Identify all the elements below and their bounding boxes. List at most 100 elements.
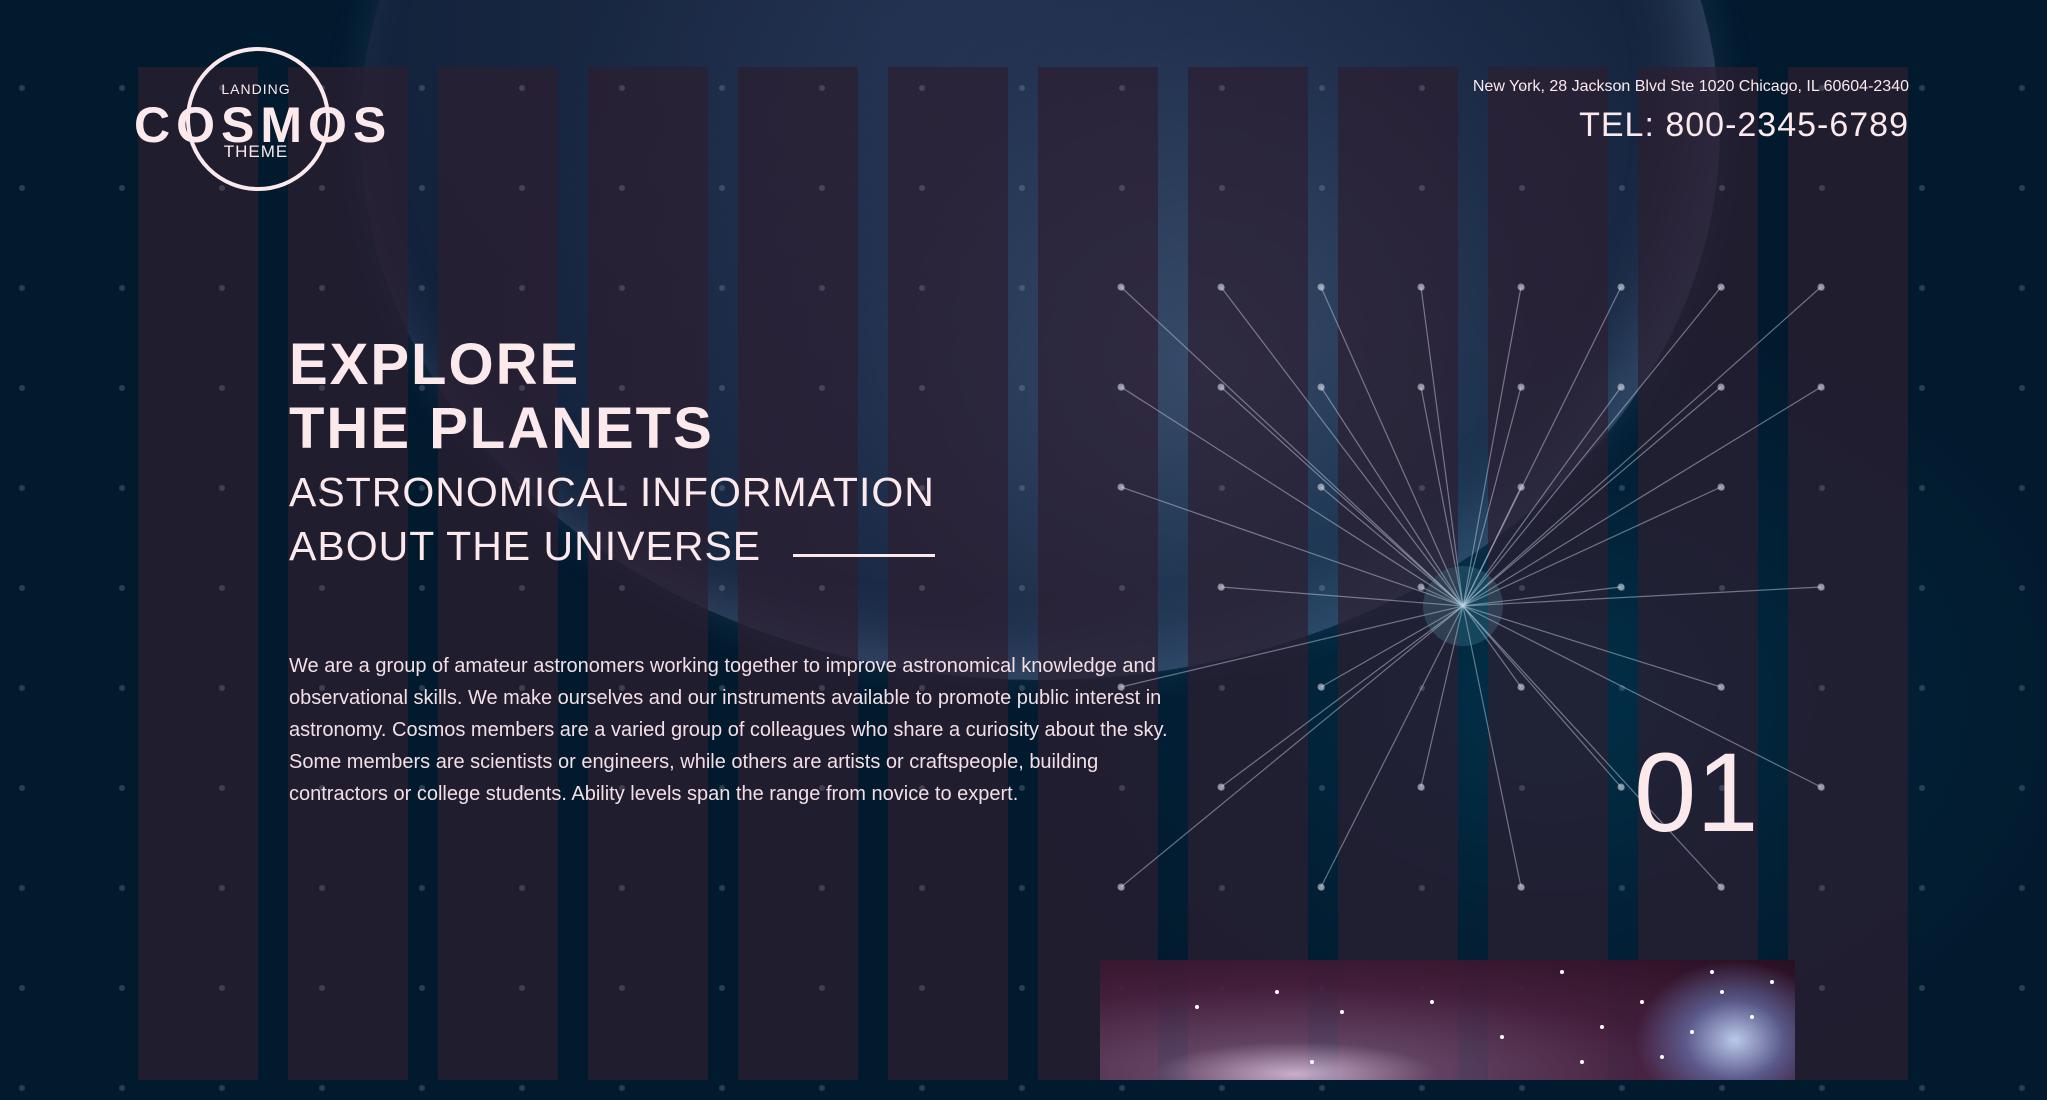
grid-dot bbox=[1119, 1085, 1125, 1091]
starburst-node bbox=[1217, 583, 1225, 591]
grid-dot bbox=[819, 1085, 825, 1091]
starburst-line bbox=[1462, 286, 1822, 607]
starburst-node bbox=[1217, 383, 1225, 391]
logo[interactable]: LANDING COSMOS THEME bbox=[134, 47, 386, 193]
starburst-line bbox=[1462, 605, 1522, 888]
starburst-line bbox=[1120, 386, 1464, 607]
thumbnail-star bbox=[1600, 1025, 1604, 1029]
starburst-node bbox=[1717, 283, 1725, 291]
grid-dot bbox=[319, 1085, 325, 1091]
nebula-thumbnail[interactable] bbox=[1100, 960, 1795, 1080]
starburst-node bbox=[1817, 783, 1825, 791]
hero-subtitle-line2: ABOUT THE UNIVERSE bbox=[289, 523, 762, 569]
starburst-node bbox=[1717, 383, 1725, 391]
starburst-node bbox=[1817, 583, 1825, 591]
thumbnail-star bbox=[1640, 1000, 1644, 1004]
starburst-node bbox=[1117, 883, 1125, 891]
thumbnail-star bbox=[1275, 990, 1279, 994]
starburst-node bbox=[1617, 783, 1625, 791]
starburst-node bbox=[1117, 483, 1125, 491]
starburst-node bbox=[1417, 783, 1425, 791]
starburst-node bbox=[1317, 283, 1325, 291]
starburst-node bbox=[1417, 383, 1425, 391]
starburst-node bbox=[1617, 383, 1625, 391]
starburst-node bbox=[1617, 283, 1625, 291]
thumbnail-glow bbox=[1635, 960, 1795, 1080]
contact-phone[interactable]: TEL: 800-2345-6789 bbox=[1579, 106, 1909, 145]
logo-bottom-text: THEME bbox=[223, 142, 289, 161]
thumbnail-star bbox=[1195, 1005, 1199, 1009]
starburst-line bbox=[1320, 605, 1464, 888]
starburst-node bbox=[1317, 683, 1325, 691]
starburst-line bbox=[1462, 486, 1722, 607]
grid-dot bbox=[219, 1085, 225, 1091]
grid-dot bbox=[1319, 1085, 1325, 1091]
grid-dot bbox=[419, 1085, 425, 1091]
thumbnail-star bbox=[1560, 970, 1564, 974]
starburst-node bbox=[1817, 283, 1825, 291]
thumbnail-star bbox=[1580, 1060, 1584, 1064]
thumbnail-star bbox=[1310, 1060, 1314, 1064]
grid-dot bbox=[1019, 1085, 1025, 1091]
starburst-line bbox=[1462, 386, 1622, 607]
starburst-node bbox=[1517, 683, 1525, 691]
grid-dot bbox=[1519, 1085, 1525, 1091]
starburst-line bbox=[1462, 286, 1522, 607]
thumbnail-star bbox=[1660, 1055, 1664, 1059]
starburst-node bbox=[1717, 683, 1725, 691]
hero-subtitle-line1: ASTRONOMICAL INFORMATION bbox=[289, 469, 935, 515]
grid-dot bbox=[1819, 1085, 1825, 1091]
grid-dot bbox=[1219, 1085, 1225, 1091]
grid-dot bbox=[1919, 1085, 1925, 1091]
thumbnail-star bbox=[1710, 970, 1714, 974]
logo-top-text: LANDING bbox=[221, 81, 291, 97]
starburst-node bbox=[1717, 883, 1725, 891]
starburst-node bbox=[1517, 283, 1525, 291]
starburst-line bbox=[1462, 605, 1722, 688]
starburst-node bbox=[1717, 483, 1725, 491]
thumbnail-star bbox=[1500, 1035, 1504, 1039]
starburst-node bbox=[1317, 883, 1325, 891]
slide-number: 01 bbox=[1634, 730, 1759, 855]
grid-dot bbox=[1619, 1085, 1625, 1091]
starburst-node bbox=[1217, 783, 1225, 791]
starburst-node bbox=[1417, 283, 1425, 291]
thumbnail-star bbox=[1720, 990, 1724, 994]
starburst-node bbox=[1517, 383, 1525, 391]
grid-dot bbox=[2019, 1085, 2025, 1091]
starburst-line bbox=[1462, 286, 1722, 607]
starburst-node bbox=[1317, 383, 1325, 391]
thumbnail-star bbox=[1340, 1010, 1344, 1014]
starburst-node bbox=[1217, 283, 1225, 291]
grid-dot bbox=[619, 1085, 625, 1091]
starburst-node bbox=[1117, 383, 1125, 391]
thumbnail-star bbox=[1690, 1030, 1694, 1034]
grid-dot bbox=[1419, 1085, 1425, 1091]
starburst-line bbox=[1120, 486, 1464, 607]
starburst-line bbox=[1120, 286, 1464, 607]
thumbnail-star bbox=[1770, 980, 1774, 984]
contact-address: New York, 28 Jackson Blvd Ste 1020 Chica… bbox=[1472, 78, 1909, 95]
starburst-line bbox=[1462, 386, 1722, 607]
grid-dot bbox=[719, 1085, 725, 1091]
hero-title-line2: THE PLANETS bbox=[289, 396, 714, 461]
grid-dot bbox=[1719, 1085, 1725, 1091]
starburst-node bbox=[1517, 883, 1525, 891]
starburst-core bbox=[1423, 566, 1503, 646]
subtitle-divider bbox=[793, 554, 935, 557]
starburst-node bbox=[1117, 283, 1125, 291]
hero-description: We are a group of amateur astronomers wo… bbox=[289, 655, 1168, 805]
hero-title: EXPLORE THE PLANETS bbox=[289, 333, 714, 461]
grid-dot bbox=[919, 1085, 925, 1091]
starburst-node bbox=[1417, 583, 1425, 591]
grid-dot bbox=[519, 1085, 525, 1091]
grid-dot bbox=[119, 1085, 125, 1091]
thumbnail-star bbox=[1750, 1015, 1754, 1019]
starburst-node bbox=[1817, 383, 1825, 391]
grid-dot bbox=[19, 1085, 25, 1091]
hero-title-line1: EXPLORE bbox=[289, 332, 581, 397]
starburst-node bbox=[1617, 583, 1625, 591]
thumbnail-star bbox=[1430, 1000, 1434, 1004]
starburst-line bbox=[1462, 586, 1822, 607]
starburst-node bbox=[1317, 483, 1325, 491]
